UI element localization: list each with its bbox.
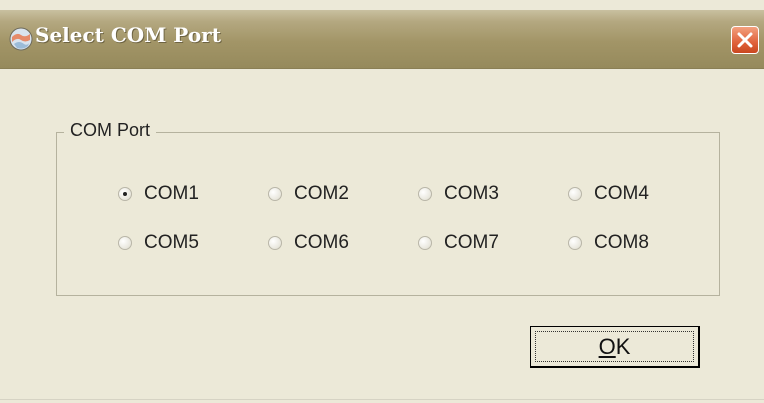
window-title: Select COM Port <box>35 23 221 47</box>
radio-com1[interactable]: COM1 <box>118 183 199 205</box>
radio-com7[interactable]: COM7 <box>418 232 499 254</box>
groupbox-label: COM Port <box>64 120 157 141</box>
radio-label: COM8 <box>594 232 649 253</box>
ok-label: OK <box>598 333 631 359</box>
radio-label: COM2 <box>294 183 349 204</box>
radio-circle[interactable] <box>568 187 582 201</box>
radio-label: COM1 <box>144 183 199 204</box>
radio-com3[interactable]: COM3 <box>418 183 499 205</box>
close-button[interactable] <box>731 26 759 54</box>
radio-com4[interactable]: COM4 <box>568 183 649 205</box>
radio-circle[interactable] <box>118 236 132 250</box>
radio-label: COM4 <box>594 183 649 204</box>
radio-label: COM6 <box>294 232 349 253</box>
radio-label: COM3 <box>444 183 499 204</box>
dialog-window: Select COM Port COM Port COM1 COM2 COM3 … <box>0 0 764 403</box>
radio-circle[interactable] <box>418 236 432 250</box>
focus-rect: OK <box>535 331 694 362</box>
radio-com2[interactable]: COM2 <box>268 183 349 205</box>
title-bar[interactable]: Select COM Port <box>0 10 764 69</box>
radio-circle[interactable] <box>418 187 432 201</box>
globe-icon <box>8 26 34 52</box>
ok-button[interactable]: OK <box>530 326 700 368</box>
radio-circle[interactable] <box>268 187 282 201</box>
radio-circle[interactable] <box>268 236 282 250</box>
close-icon <box>737 32 753 48</box>
radio-label: COM7 <box>444 232 499 253</box>
window-bottom-border <box>0 399 764 400</box>
radio-label: COM5 <box>144 232 199 253</box>
radio-circle[interactable] <box>118 187 132 201</box>
radio-com8[interactable]: COM8 <box>568 232 649 254</box>
radio-circle[interactable] <box>568 236 582 250</box>
com-port-groupbox <box>56 132 720 296</box>
radio-com6[interactable]: COM6 <box>268 232 349 254</box>
radio-com5[interactable]: COM5 <box>118 232 199 254</box>
